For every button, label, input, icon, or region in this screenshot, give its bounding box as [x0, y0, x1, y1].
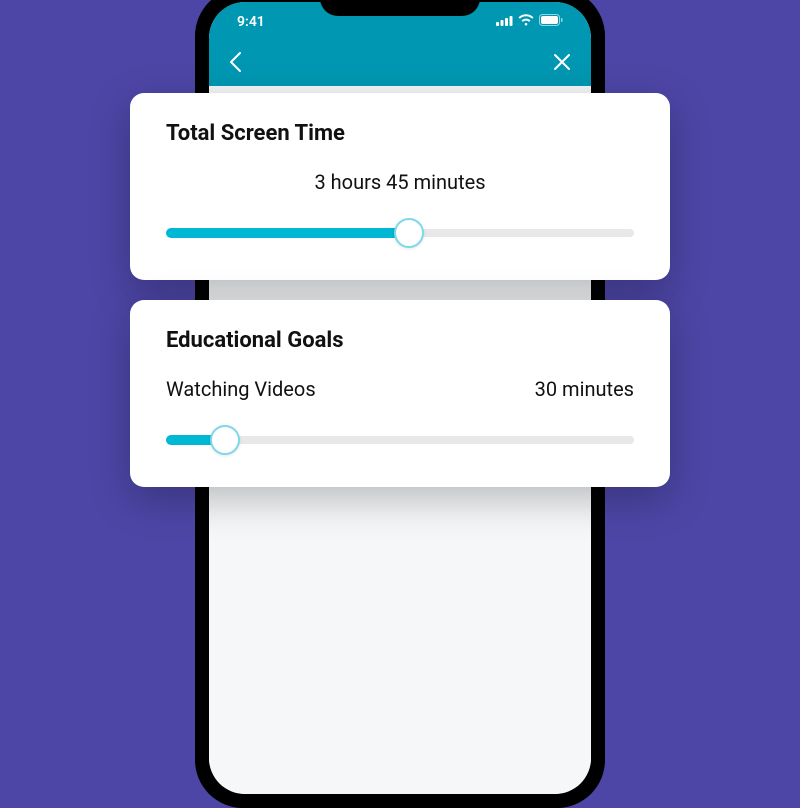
back-icon[interactable]	[229, 51, 242, 77]
card-title-educational: Educational Goals	[166, 328, 634, 353]
close-icon[interactable]	[553, 53, 571, 75]
phone-notch	[320, 0, 480, 16]
status-icons	[496, 14, 563, 30]
wifi-icon	[518, 14, 534, 30]
educational-slider[interactable]	[166, 425, 634, 455]
slider-fill	[166, 228, 409, 238]
educational-row-label: Watching Videos	[166, 377, 316, 401]
battery-icon	[539, 14, 563, 30]
screen-time-slider[interactable]	[166, 218, 634, 248]
educational-row: Watching Videos 30 minutes	[166, 377, 634, 401]
educational-row-value: 30 minutes	[535, 377, 634, 401]
status-time: 9:41	[237, 14, 265, 30]
card-title-screen-time: Total Screen Time	[166, 121, 634, 146]
slider-thumb[interactable]	[394, 218, 424, 248]
signal-icon	[496, 14, 513, 30]
slider-thumb[interactable]	[210, 425, 240, 455]
total-screen-time-card: Total Screen Time 3 hours 45 minutes	[130, 93, 670, 280]
screen-time-value: 3 hours 45 minutes	[166, 170, 634, 194]
educational-goals-card: Educational Goals Watching Videos 30 min…	[130, 300, 670, 487]
nav-bar	[209, 42, 591, 86]
